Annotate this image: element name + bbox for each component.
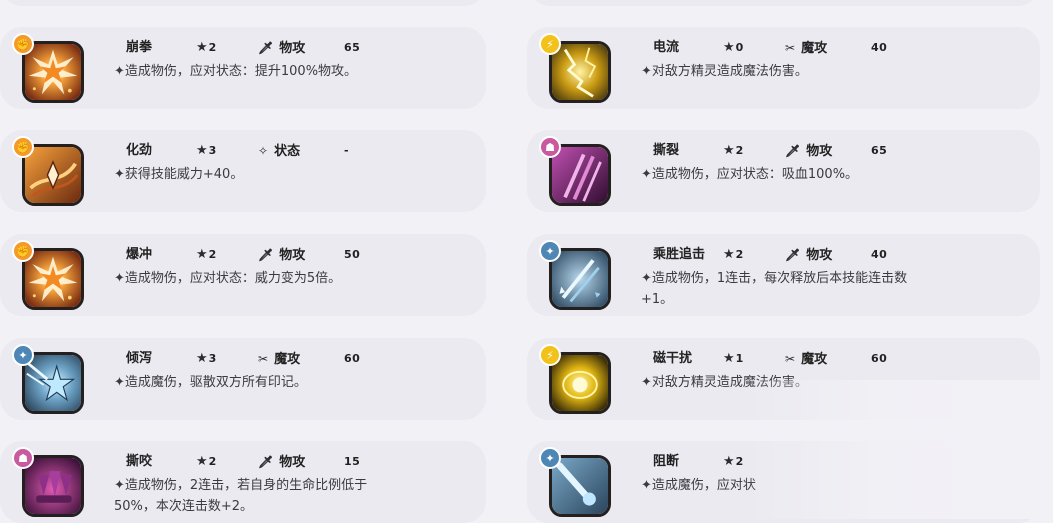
- skill-name: 化劲: [126, 143, 153, 158]
- skill-power: 40: [871, 248, 888, 261]
- star-icon: ★: [723, 143, 735, 158]
- sparkle-icon: ✧: [258, 144, 269, 158]
- energy-cost: ★1: [723, 351, 744, 366]
- skill-category: 🗡 物攻: [258, 248, 306, 263]
- skill-power: 50: [344, 248, 361, 261]
- skill-name: 撕咬: [126, 454, 153, 469]
- skill-name: 磁干扰: [653, 351, 693, 366]
- star-icon: ★: [723, 351, 735, 366]
- skill-description: ✦造成魔伤，驱散双方所有印记。: [114, 375, 307, 390]
- skill-card[interactable]: ☗ 撕裂 ★2 🗡 物攻 65 ✦造成物伤，应对状态：吸血100%。: [527, 130, 1040, 212]
- star-icon: ★: [196, 454, 208, 469]
- skill-category: 🗡 物攻: [785, 248, 833, 263]
- energy-cost: ★2: [196, 247, 217, 262]
- skill-icon[interactable]: ✦: [10, 342, 86, 418]
- skill-category: 🗡 物攻: [258, 41, 306, 56]
- skill-card[interactable]: ✦ 乘胜追击 ★2 🗡 物攻 40 ✦造成物伤，1连击，每次释放后本技能连击数+1…: [527, 234, 1040, 316]
- skill-name: 爆冲: [126, 247, 153, 262]
- skill-description: ✦造成物伤，应对状态：吸血100%。: [641, 167, 859, 182]
- skill-icon[interactable]: ☗: [10, 445, 86, 521]
- skill-category: ✂ 魔攻: [785, 352, 828, 367]
- skill-icon[interactable]: ✦: [537, 238, 613, 314]
- wand-icon: ✂: [785, 352, 796, 366]
- fist-icon: ✊: [12, 33, 34, 55]
- skill-category: 🗡 物攻: [258, 455, 306, 470]
- sword-icon: 🗡: [785, 248, 801, 262]
- skill-power: 60: [344, 352, 361, 365]
- skill-description: ✦造成魔伤，应对状: [641, 478, 756, 493]
- energy-cost: ★3: [196, 351, 217, 366]
- fist-icon: ✊: [12, 240, 34, 262]
- skill-power: 60: [871, 352, 888, 365]
- skill-icon[interactable]: ⚡: [537, 31, 613, 107]
- skill-icon[interactable]: ✊: [10, 31, 86, 107]
- energy-cost: ★2: [723, 143, 744, 158]
- skill-card[interactable]: ✦ 倾泻 ★3 ✂ 魔攻 60 ✦造成魔伤，驱散双方所有印记。: [0, 338, 486, 420]
- skill-description: ✦造成物伤，应对状态：提升100%物攻。: [114, 64, 358, 79]
- skill-name: 倾泻: [126, 351, 153, 366]
- fist-icon: ✊: [12, 136, 34, 158]
- skill-power: 40: [871, 41, 888, 54]
- light-icon: ✦: [12, 344, 34, 366]
- energy-cost: ★2: [196, 454, 217, 469]
- skill-name: 阻断: [653, 454, 680, 469]
- skill-card[interactable]: ✊ 爆冲 ★2 🗡 物攻 50 ✦造成物伤，应对状态：威力变为5倍。: [0, 234, 486, 316]
- skill-name: 乘胜追击: [653, 247, 706, 262]
- sword-icon: 🗡: [258, 248, 274, 262]
- skill-card[interactable]: ✊ 崩拳 ★2 🗡 物攻 65 ✦造成物伤，应对状态：提升100%物攻。: [0, 27, 486, 109]
- star-icon: ★: [723, 40, 735, 55]
- skill-description: ✦造成物伤，2连击，若自身的生命比例低于50%，本次连击数+2。: [114, 478, 368, 514]
- skill-category: 🗡 物攻: [785, 144, 833, 159]
- wand-icon: ✂: [258, 352, 269, 366]
- star-icon: ★: [723, 247, 735, 262]
- energy-cost: ★2: [196, 40, 217, 55]
- skill-card[interactable]: ⚡ 电流 ★0 ✂ 魔攻 40 ✦对敌方精灵造成魔法伤害。: [527, 27, 1040, 109]
- skill-category: ✂ 魔攻: [785, 41, 828, 56]
- bolt-icon: ⚡: [539, 33, 561, 55]
- skill-description: ✦对敌方精灵造成魔法伤害。: [641, 64, 808, 79]
- sword-icon: 🗡: [258, 455, 274, 469]
- skill-category: ✂ 魔攻: [258, 352, 301, 367]
- skill-category: ✧ 状态: [258, 144, 301, 159]
- skill-icon[interactable]: ⚡: [537, 342, 613, 418]
- sword-icon: 🗡: [258, 41, 274, 55]
- skill-icon[interactable]: ☗: [537, 134, 613, 210]
- star-icon: ★: [723, 454, 735, 469]
- skill-description: ✦造成物伤，应对状态：威力变为5倍。: [114, 271, 342, 286]
- star-icon: ★: [196, 143, 208, 158]
- skill-power: 15: [344, 455, 361, 468]
- skill-icon[interactable]: ✦: [537, 445, 613, 521]
- star-icon: ★: [196, 351, 208, 366]
- skill-icon[interactable]: ✊: [10, 134, 86, 210]
- energy-cost: ★0: [723, 40, 744, 55]
- skill-card[interactable]: ☗ 撕咬 ★2 🗡 物攻 15 ✦造成物伤，2连击，若自身的生命比例低于50%，本…: [0, 441, 486, 523]
- star-icon: ★: [196, 40, 208, 55]
- skill-name: 电流: [653, 40, 680, 55]
- skill-description: ✦对敌方精灵造成魔法伤害。: [641, 375, 808, 390]
- sword-icon: 🗡: [785, 144, 801, 158]
- energy-cost: ★3: [196, 143, 217, 158]
- wand-icon: ✂: [785, 41, 796, 55]
- skill-card[interactable]: ✦ 阻断 ★2 ✦造成魔伤，应对状: [527, 441, 1040, 523]
- skill-description: ✦造成物伤，1连击，每次释放后本技能连击数+1。: [641, 271, 908, 307]
- evil-icon: ☗: [12, 447, 34, 469]
- skill-description: ✦获得技能威力+40。: [114, 167, 244, 182]
- skill-name: 崩拳: [126, 40, 153, 55]
- light-icon: ✦: [539, 240, 561, 262]
- skill-icon[interactable]: ✊: [10, 238, 86, 314]
- skill-power: 65: [344, 41, 361, 54]
- evil-icon: ☗: [539, 136, 561, 158]
- skill-power: -: [344, 144, 350, 157]
- previous-card-left: [0, 0, 486, 6]
- energy-cost: ★2: [723, 454, 744, 469]
- energy-cost: ★2: [723, 247, 744, 262]
- light-icon: ✦: [539, 447, 561, 469]
- bolt-icon: ⚡: [539, 344, 561, 366]
- skill-name: 撕裂: [653, 143, 680, 158]
- skill-power: 65: [871, 144, 888, 157]
- skill-card[interactable]: ✊ 化劲 ★3 ✧ 状态 - ✦获得技能威力+40。: [0, 130, 486, 212]
- previous-card-right: [528, 0, 1040, 6]
- skill-card[interactable]: ⚡ 磁干扰 ★1 ✂ 魔攻 60 ✦对敌方精灵造成魔法伤害。: [527, 338, 1040, 420]
- star-icon: ★: [196, 247, 208, 262]
